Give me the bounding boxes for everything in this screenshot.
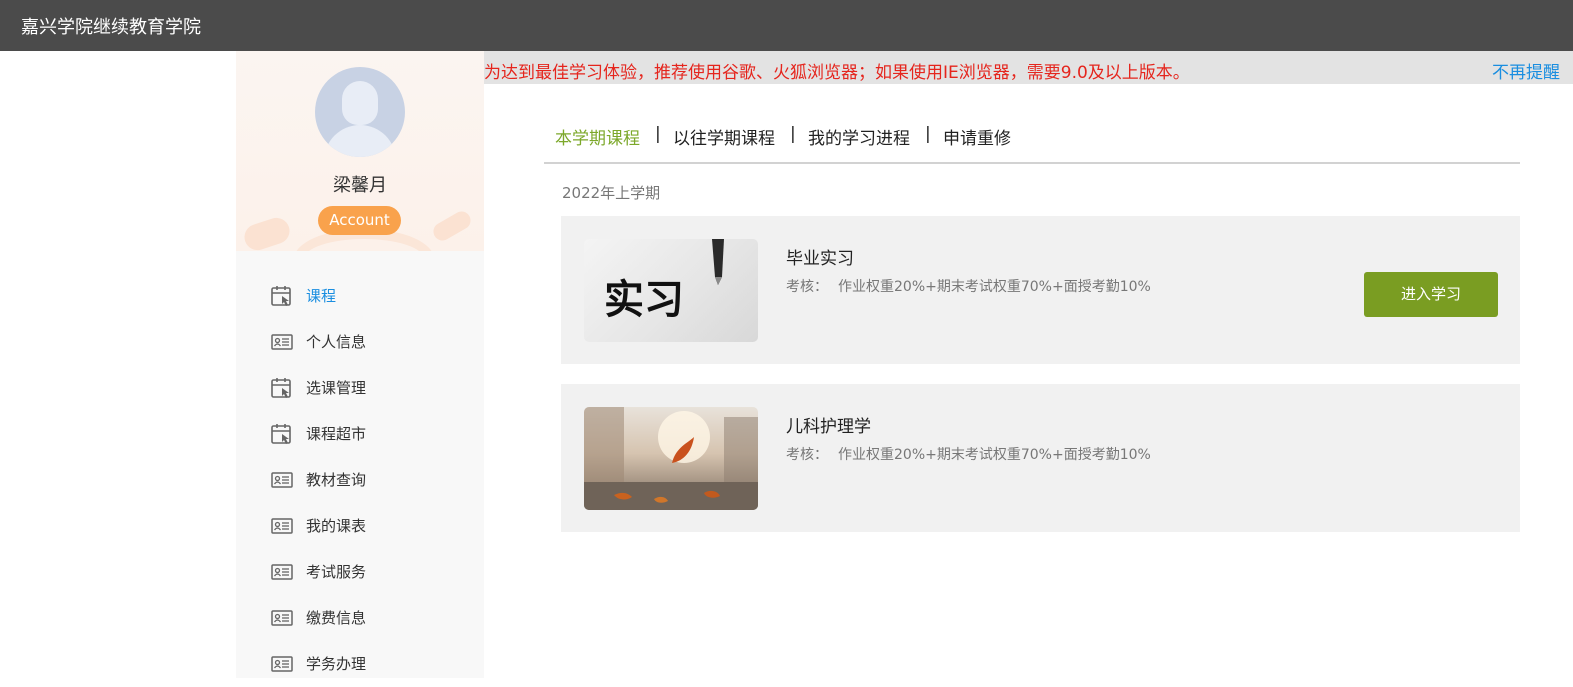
term-label: 2022年上学期 xyxy=(562,184,661,202)
course-assessment: 考核： 作业权重20%+期末考试权重70%+面授考勤10% xyxy=(786,276,1151,296)
sidebar-item-course-market[interactable]: 课程超市 xyxy=(236,411,484,457)
course-card: 实习 毕业实习 考核： 作业权重20%+期末考试权重70%+面授考勤10% 进入学… xyxy=(561,216,1520,364)
profile-card: 梁馨月 Account xyxy=(236,51,484,251)
assessment-label: 考核： xyxy=(786,279,828,295)
enter-study-button[interactable]: 进入学习 xyxy=(1364,272,1498,317)
calendar-pointer-icon xyxy=(271,424,291,444)
sidebar-item-my-timetable[interactable]: 我的课表 xyxy=(236,503,484,549)
course-assessment: 考核： 作业权重20%+期末考试权重70%+面授考勤10% xyxy=(786,444,1151,464)
sidebar-item-label: 课程 xyxy=(306,287,337,305)
internship-image-text: 实习 xyxy=(604,276,684,323)
sidebar-item-textbook-query[interactable]: 教材查询 xyxy=(236,457,484,503)
decor-shape xyxy=(430,208,474,244)
tab-separator: | xyxy=(790,124,796,144)
sidebar-item-label: 我的课表 xyxy=(306,517,367,535)
calendar-pointer-icon xyxy=(271,286,291,306)
sidebar-menu: 课程 个人信息 选课管理 课程超市 教材查询 我的课表 考试服务 缴费信息 学务… xyxy=(236,273,484,687)
sidebar-item-label: 课程超市 xyxy=(306,425,367,443)
tab-separator: | xyxy=(925,124,931,144)
course-thumbnail[interactable] xyxy=(584,407,758,510)
assessment-value: 作业权重20%+期末考试权重70%+面授考勤10% xyxy=(838,447,1151,463)
sidebar-item-label: 选课管理 xyxy=(306,379,367,397)
autumn-leaf-image xyxy=(584,407,758,510)
assessment-value: 作业权重20%+期末考试权重70%+面授考勤10% xyxy=(838,279,1151,295)
browser-notice-message: 为达到最佳学习体验，推荐使用谷歌、火狐浏览器；如果使用IE浏览器，需要9.0及以… xyxy=(484,63,1190,83)
account-button[interactable]: Account xyxy=(318,206,401,235)
tab-current-term-courses[interactable]: 本学期课程 xyxy=(555,124,640,149)
avatar[interactable] xyxy=(315,67,405,157)
dismiss-notice-link[interactable]: 不再提醒 xyxy=(1492,58,1560,83)
tab-separator: | xyxy=(655,124,661,144)
id-card-icon xyxy=(271,334,293,350)
sidebar-item-personal-info[interactable]: 个人信息 xyxy=(236,319,484,365)
sidebar-item-exam-service[interactable]: 考试服务 xyxy=(236,549,484,595)
top-bar: 嘉兴学院继续教育学院 xyxy=(0,0,1573,51)
sidebar-item-academic-affairs[interactable]: 学务办理 xyxy=(236,641,484,687)
course-title[interactable]: 儿科护理学 xyxy=(786,412,871,437)
site-title: 嘉兴学院继续教育学院 xyxy=(21,17,201,38)
sidebar-item-course-selection[interactable]: 选课管理 xyxy=(236,365,484,411)
id-card-icon xyxy=(271,610,293,626)
sidebar-item-label: 个人信息 xyxy=(306,333,367,351)
avatar-head xyxy=(342,81,378,125)
tab-my-learning-progress[interactable]: 我的学习进程 xyxy=(808,124,910,149)
internship-image: 实习 xyxy=(604,239,724,323)
course-thumbnail[interactable]: 实习 xyxy=(584,239,758,342)
course-card: 儿科护理学 考核： 作业权重20%+期末考试权重70%+面授考勤10% xyxy=(561,384,1520,532)
course-tabs: 本学期课程 | 以往学期课程 | 我的学习进程 | 申请重修 xyxy=(544,122,1520,164)
sidebar-item-payment-info[interactable]: 缴费信息 xyxy=(236,595,484,641)
tab-apply-retake[interactable]: 申请重修 xyxy=(943,124,1011,149)
sidebar-item-label: 考试服务 xyxy=(306,563,367,581)
course-title[interactable]: 毕业实习 xyxy=(786,244,854,269)
decor-shape xyxy=(241,214,293,251)
calendar-pointer-icon xyxy=(271,378,291,398)
id-card-icon xyxy=(271,564,293,580)
id-card-icon xyxy=(271,518,293,534)
tab-past-term-courses[interactable]: 以往学期课程 xyxy=(673,124,775,149)
sidebar-item-label: 教材查询 xyxy=(306,471,367,489)
user-name: 梁馨月 xyxy=(333,175,387,196)
sidebar-item-courses[interactable]: 课程 xyxy=(236,273,484,319)
sidebar: 梁馨月 Account 课程 个人信息 选课管理 课程超市 教材查询 我的课表 … xyxy=(236,51,484,678)
browser-notice-bar: 为达到最佳学习体验，推荐使用谷歌、火狐浏览器；如果使用IE浏览器，需要9.0及以… xyxy=(484,51,1573,84)
id-card-icon xyxy=(271,472,293,488)
sidebar-item-label: 缴费信息 xyxy=(306,609,367,627)
sidebar-item-label: 学务办理 xyxy=(306,655,367,673)
id-card-icon xyxy=(271,656,293,672)
avatar-body xyxy=(324,125,396,157)
assessment-label: 考核： xyxy=(786,447,828,463)
